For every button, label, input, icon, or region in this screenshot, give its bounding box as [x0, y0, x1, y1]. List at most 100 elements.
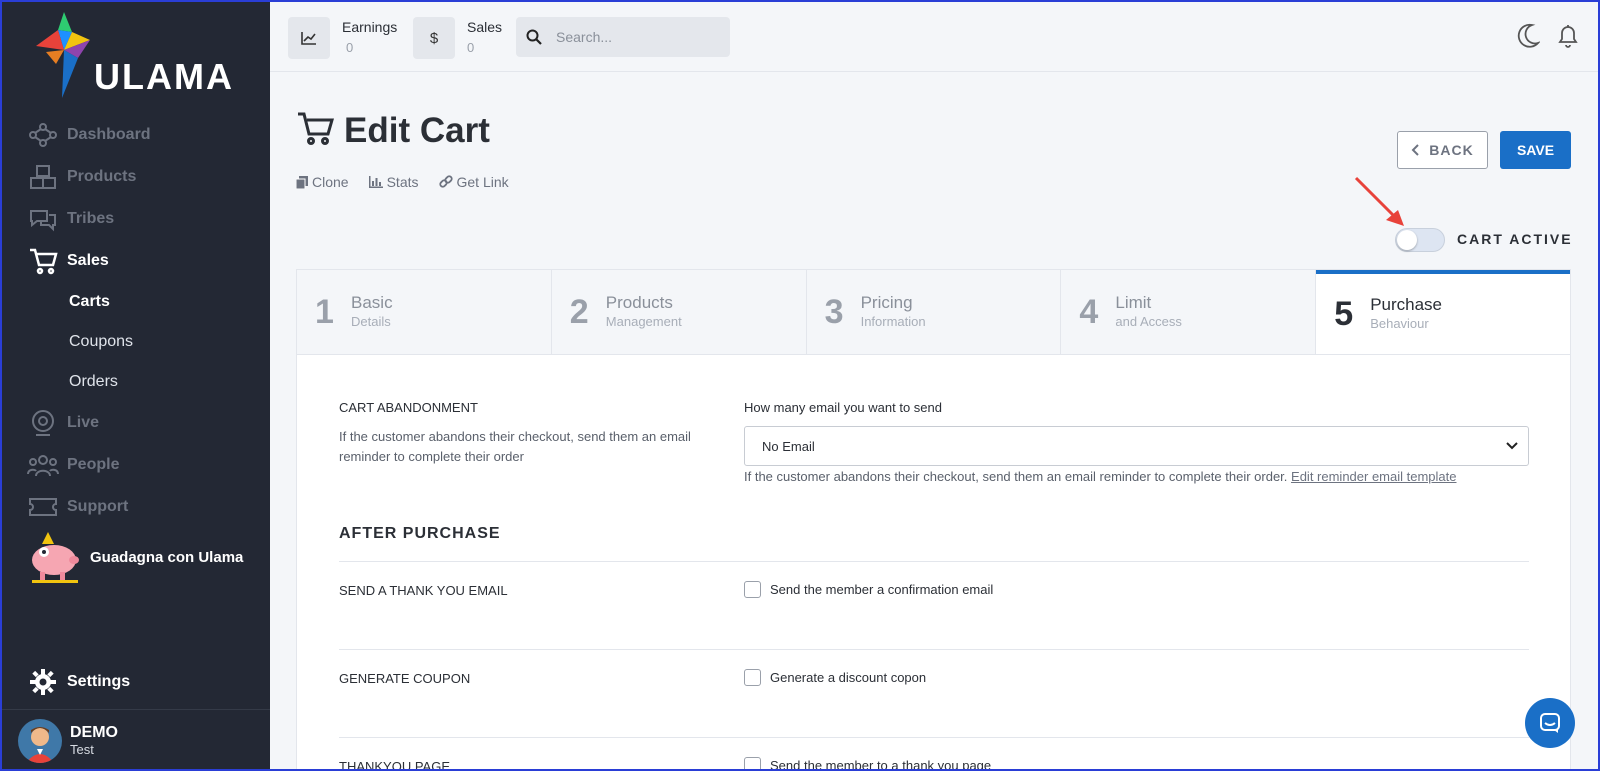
link-icon	[438, 175, 453, 188]
gear-icon	[27, 666, 59, 698]
step-subtitle: Details	[351, 314, 391, 329]
step-number: 5	[1334, 294, 1354, 333]
edit-reminder-template-link[interactable]: Edit reminder email template	[1291, 469, 1456, 484]
top-bar: Earnings 0 $ Sales 0	[270, 0, 1600, 72]
get-link-action[interactable]: Get Link	[438, 174, 509, 190]
chat-icon	[1540, 713, 1560, 733]
step-title: Products	[605, 293, 673, 312]
sidebar-item-label: Support	[67, 498, 129, 515]
chevron-left-icon	[1411, 144, 1419, 156]
piggy-bank-icon	[32, 532, 79, 583]
cart-abandonment-description: If the customer abandons their checkout,…	[339, 429, 691, 464]
user-profile[interactable]: DEMO Test	[18, 719, 118, 763]
checkbox-box	[744, 757, 761, 771]
stats-action[interactable]: Stats	[368, 174, 419, 190]
sidebar-item-label: Products	[67, 168, 137, 185]
user-name: DEMO	[70, 724, 118, 741]
sidebar-item-tribes[interactable]: Tribes	[0, 198, 270, 240]
bell-icon[interactable]	[1554, 22, 1582, 50]
sidebar-item-dashboard[interactable]: Dashboard	[0, 114, 270, 156]
page-title-text: Edit Cart	[344, 110, 490, 150]
sidebar-item-people[interactable]: People	[0, 444, 270, 486]
email-count-select[interactable]: No Email	[744, 426, 1529, 466]
tab-basic[interactable]: 1 Basic Details	[297, 270, 552, 354]
divider	[339, 649, 1529, 650]
tab-limit[interactable]: 4 Limit and Access	[1061, 270, 1317, 354]
thankyou-email-label: SEND A THANK YOU EMAIL	[339, 583, 508, 598]
clone-label: Clone	[312, 174, 349, 190]
clone-action[interactable]: Clone	[296, 174, 349, 190]
tab-products[interactable]: 2 Products Management	[551, 270, 807, 354]
checkbox-box	[744, 581, 761, 598]
sidebar-item-label: Live	[67, 414, 100, 431]
checkbox-box	[744, 669, 761, 686]
cart-active-label: CART ACTIVE	[1457, 231, 1573, 247]
sidebar-nav: Dashboard Products Tribes Sales Carts Co…	[0, 114, 270, 528]
boxes-icon	[27, 161, 59, 193]
promo-label: Guadagna con Ulama	[90, 548, 244, 566]
annotation-arrow-icon	[1354, 176, 1404, 226]
back-label: BACK	[1429, 142, 1474, 158]
stats-label: Stats	[386, 174, 419, 190]
cart-active-toggle[interactable]	[1395, 228, 1445, 252]
edit-cart-card: 1 Basic Details 2 Products Management 3 Pr…	[296, 269, 1571, 771]
divider	[0, 709, 270, 710]
step-tabs: 1 Basic Details 2 Products Management 3 Pr…	[297, 270, 1570, 355]
settings-label: Settings	[67, 673, 131, 690]
save-button[interactable]: SAVE	[1500, 131, 1571, 169]
avatar	[18, 719, 62, 763]
thankyou-page-checkbox[interactable]: Send the member to a thank you page	[744, 757, 991, 771]
step-title: Purchase	[1370, 295, 1443, 314]
sidebar-item-products[interactable]: Products	[0, 156, 270, 198]
cart-abandonment-label: CART ABANDONMENT	[339, 400, 478, 415]
step-subtitle: Information	[860, 314, 926, 329]
earnings-value: 0	[346, 40, 354, 55]
brand-name: ULAMA	[94, 56, 234, 97]
get-link-label: Get Link	[456, 174, 509, 190]
email-count-label: How many email you want to send	[744, 400, 942, 415]
user-role: Test	[70, 742, 94, 757]
sidebar-item-settings[interactable]: Settings	[27, 666, 130, 698]
email-help-text: If the customer abandons their checkout,…	[744, 469, 1457, 484]
tab-pricing[interactable]: 3 Pricing Information	[806, 270, 1062, 354]
sidebar-item-live[interactable]: Live	[0, 402, 270, 444]
step-title: Pricing	[860, 293, 913, 312]
sidebar-item-label: People	[67, 456, 120, 473]
search-input[interactable]	[556, 29, 716, 45]
page-actions: Clone Stats Get Link	[296, 174, 529, 190]
sidebar-subitem-orders[interactable]: Orders	[0, 362, 270, 402]
step-title: Limit	[1115, 293, 1152, 312]
step-subtitle: and Access	[1115, 314, 1182, 329]
discount-coupon-checkbox[interactable]: Generate a discount copon	[744, 669, 926, 686]
step-title: Basic	[351, 293, 393, 312]
webcam-icon	[27, 407, 59, 439]
sidebar-item-label: Sales	[67, 252, 109, 269]
moon-icon[interactable]	[1514, 22, 1542, 50]
sidebar-subitem-carts[interactable]: Carts	[0, 282, 270, 322]
bar-chart-icon	[368, 176, 383, 188]
cart-icon	[27, 245, 59, 277]
chat-widget-button[interactable]	[1525, 698, 1575, 748]
checkbox-label: Send the member a confirmation email	[770, 582, 994, 597]
brand-logo[interactable]: ULAMA	[34, 10, 244, 100]
sidebar-subitem-coupons[interactable]: Coupons	[0, 322, 270, 362]
sidebar-item-label: Tribes	[67, 210, 115, 227]
step-number: 1	[315, 292, 334, 331]
toggle-knob	[1397, 230, 1417, 250]
generate-coupon-label: GENERATE COUPON	[339, 671, 471, 686]
back-button[interactable]: BACK	[1397, 131, 1488, 169]
promo-earn-link[interactable]: Guadagna con Ulama	[28, 530, 243, 584]
sidebar-item-sales[interactable]: Sales	[0, 240, 270, 282]
sidebar-item-support[interactable]: Support	[0, 486, 270, 528]
chevron-down-icon	[1506, 442, 1518, 450]
chat-icon	[27, 203, 59, 235]
sidebar-item-label: Dashboard	[67, 126, 151, 143]
tab-purchase[interactable]: 5 Purchase Behaviour	[1316, 270, 1570, 354]
search-box	[516, 17, 730, 57]
confirmation-email-checkbox[interactable]: Send the member a confirmation email	[744, 581, 993, 598]
divider	[339, 561, 1529, 562]
step-subtitle: Management	[605, 314, 682, 329]
email-count-value: No Email	[762, 438, 815, 454]
cart-icon	[296, 110, 336, 151]
step-subtitle: Behaviour	[1370, 316, 1429, 331]
